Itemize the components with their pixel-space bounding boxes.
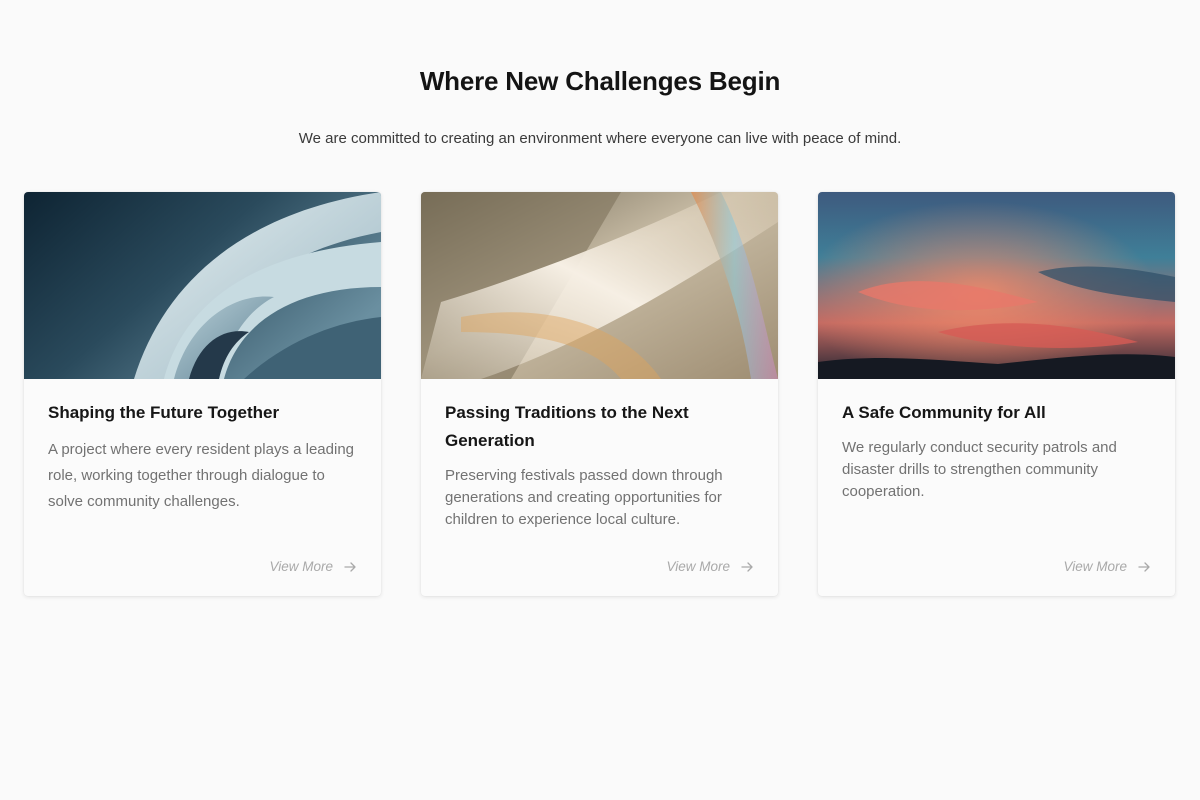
card-title: A Safe Community for All <box>842 403 1046 422</box>
feature-card: Shaping the Future Together A project wh… <box>24 192 381 596</box>
view-more-label: View More <box>1063 559 1127 574</box>
features-section: Where New Challenges Begin We are commit… <box>0 0 1200 800</box>
view-more-link[interactable]: View More <box>1063 559 1151 574</box>
card-image-prism <box>421 192 778 379</box>
section-subtitle: We are committed to creating an environm… <box>298 130 902 147</box>
section-title: Where New Challenges Begin <box>419 66 781 96</box>
card-description: Preserving festivals passed down through… <box>445 467 723 528</box>
card-list: Shaping the Future Together A project wh… <box>24 192 1175 596</box>
card-image-architecture <box>24 192 381 379</box>
arrow-right-icon <box>741 561 753 572</box>
view-more-link[interactable]: View More <box>269 559 357 574</box>
arrow-right-icon <box>1138 561 1150 572</box>
card-title: Passing Traditions to the Next Generatio… <box>445 403 689 450</box>
feature-card: A Safe Community for All We regularly co… <box>818 192 1175 596</box>
view-more-label: View More <box>269 559 333 574</box>
view-more-link[interactable]: View More <box>666 559 754 574</box>
card-title: Shaping the Future Together <box>48 403 280 422</box>
view-more-label: View More <box>666 559 730 574</box>
card-image-sunset <box>818 192 1175 379</box>
arrow-right-icon <box>344 561 356 572</box>
card-description: A project where every resident plays a l… <box>48 441 355 510</box>
card-description: We regularly conduct security patrols an… <box>842 439 1117 500</box>
feature-card: Passing Traditions to the Next Generatio… <box>421 192 778 596</box>
